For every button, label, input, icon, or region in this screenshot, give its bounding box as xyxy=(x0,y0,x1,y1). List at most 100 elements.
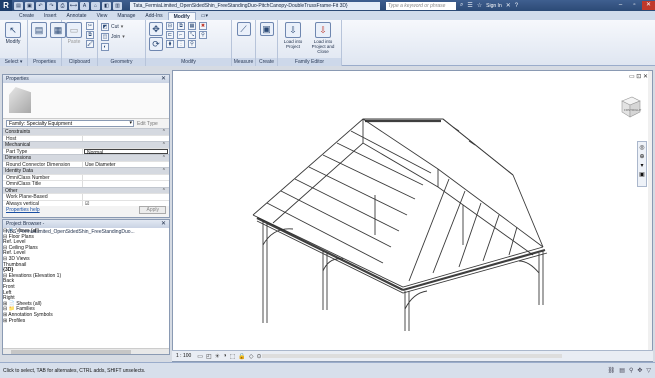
detail-level-icon[interactable]: ▭ xyxy=(197,353,203,360)
visual-style-icon[interactable]: ◰ xyxy=(206,353,212,360)
steering-wheel-icon[interactable]: ◎ xyxy=(639,144,644,151)
close-icon[interactable]: ✕ xyxy=(161,75,166,83)
array-icon[interactable]: ▦ xyxy=(188,22,196,30)
match-type-icon[interactable]: 🖌 xyxy=(86,40,94,48)
apply-button[interactable]: Apply xyxy=(139,206,166,214)
subscription-icon[interactable]: ☰ xyxy=(467,2,472,9)
copy-icon[interactable]: ⧉ xyxy=(86,31,94,39)
prop-group-identity[interactable]: Identity Data ⌃ xyxy=(3,167,169,174)
collapse-icon[interactable]: ⌃ xyxy=(162,142,166,149)
sun-path-icon[interactable]: ☀ xyxy=(215,353,220,360)
crop-view-icon[interactable]: ⬚ xyxy=(230,353,236,360)
ribbon: ↖ Modify Select ▾ ▤ ▦ Properties ▭ Paste… xyxy=(0,20,655,66)
tab-add-ins[interactable]: Add-Ins xyxy=(140,12,167,20)
offset-icon[interactable]: ⊏ xyxy=(166,31,174,39)
work-plane-checkbox[interactable] xyxy=(83,194,169,200)
prop-group-dimensions[interactable]: Dimensions ⌃ xyxy=(3,154,169,161)
select-underlay-icon[interactable]: ▤ xyxy=(619,367,625,374)
view-window-controls[interactable]: ▭ ⊡ ✕ xyxy=(629,73,648,80)
switch-windows-icon[interactable]: ▥ xyxy=(113,1,122,10)
pan-icon[interactable]: ▣ xyxy=(639,171,645,178)
tab-annotate[interactable]: Annotate xyxy=(62,12,92,20)
hide-isolate-icon[interactable]: ◇ xyxy=(249,353,254,360)
prop-group-constraints[interactable]: Constraints ⌃ xyxy=(3,128,169,135)
viewcube-icon[interactable]: FRNT RIGHT xyxy=(616,93,644,121)
tab-view[interactable]: View xyxy=(92,12,113,20)
save-icon[interactable]: ▣ xyxy=(25,1,34,10)
trim-icon[interactable]: ⌐ xyxy=(177,31,185,39)
3d-view-icon[interactable]: ⌂ xyxy=(91,1,100,10)
close-button[interactable]: ✕ xyxy=(642,1,655,10)
zoom-icon[interactable]: ⊕ xyxy=(639,153,644,160)
rotate-icon[interactable]: ⟳ xyxy=(149,37,163,51)
copy-element-icon[interactable]: ⧉ xyxy=(177,22,185,30)
viewport-vertical-scrollbar[interactable] xyxy=(648,71,652,351)
open-icon[interactable]: ▤ xyxy=(14,1,23,10)
select-dropdown[interactable]: Select ▾ xyxy=(0,58,27,66)
tree-item-profiles[interactable]: ⊞ Profiles xyxy=(3,318,169,325)
paint-button[interactable]: ◐ xyxy=(101,42,125,51)
filter-icon[interactable]: ▽ xyxy=(646,367,651,374)
drag-elements-icon[interactable]: ✥ xyxy=(637,367,642,374)
tab-create[interactable]: Create xyxy=(14,12,39,20)
minimize-button[interactable]: – xyxy=(614,1,627,10)
sections-icon[interactable]: ◧ xyxy=(102,1,111,10)
view-scale[interactable]: 1 : 100 xyxy=(176,353,191,359)
modify-panel-label: Modify xyxy=(146,58,231,66)
ribbon-minimize-toggle[interactable]: ▭▾ xyxy=(196,12,213,20)
scale-icon[interactable]: ⤡ xyxy=(188,31,196,39)
prop-group-other[interactable]: Other ⌃ xyxy=(3,186,169,195)
zoom-dropdown-icon[interactable]: ▾ xyxy=(640,162,643,169)
move-icon[interactable]: ✥ xyxy=(149,22,163,36)
help-icon[interactable]: ? xyxy=(515,3,518,9)
text-icon[interactable]: A xyxy=(80,1,89,10)
lock-view-icon[interactable]: 🔒 xyxy=(238,353,245,360)
tab-insert[interactable]: Insert xyxy=(39,12,62,20)
edit-type-button[interactable]: Edit Type xyxy=(137,121,158,127)
print-icon[interactable]: ⎙ xyxy=(58,1,67,10)
geometry-panel-label: Geometry xyxy=(98,58,145,66)
group-label: Dimensions xyxy=(5,155,32,161)
split-icon[interactable]: ⋮ xyxy=(177,40,185,48)
select-links-icon[interactable]: ⛓ xyxy=(608,367,616,374)
prop-value[interactable] xyxy=(83,175,169,181)
properties-help-link[interactable]: Properties help xyxy=(6,207,40,213)
collapse-icon[interactable]: ⌃ xyxy=(162,168,166,175)
shadows-icon[interactable]: ◑ xyxy=(223,353,227,359)
mirror-icon[interactable]: ⧫ xyxy=(166,40,174,48)
viewport-horizontal-scrollbar[interactable] xyxy=(262,354,562,358)
cut-geometry-button[interactable]: ◩ Cut ▾ xyxy=(101,22,125,31)
close-icon[interactable]: ✕ xyxy=(161,220,166,228)
canopy-3d-model[interactable] xyxy=(213,95,593,335)
tab-modify[interactable]: Modify xyxy=(167,12,196,20)
properties-title-text: Properties xyxy=(6,76,29,82)
align-icon[interactable]: ⊟ xyxy=(166,22,174,30)
binoculars-icon[interactable]: ⌕ xyxy=(460,2,463,9)
scroll-thumb[interactable] xyxy=(11,350,131,354)
browser-scrollbar[interactable] xyxy=(3,348,169,354)
collapse-icon[interactable]: ⌃ xyxy=(162,129,166,136)
favorites-icon[interactable]: ☆ xyxy=(477,2,482,9)
measure-icon[interactable]: ⟷ xyxy=(69,1,78,10)
collapse-icon[interactable]: ⌃ xyxy=(162,155,166,162)
prop-group-mechanical[interactable]: Mechanical ⌃ xyxy=(3,141,169,148)
3d-viewport[interactable]: ▭ ⊡ ✕ FRNT RIGHT ◎ ⊕ ▾ ▣ xyxy=(172,70,653,362)
cut-clipboard-icon[interactable]: ✂ xyxy=(86,22,94,30)
collapse-icon[interactable]: ⌃ xyxy=(162,188,166,195)
join-geometry-button[interactable]: ◫ Join ▾ xyxy=(101,32,125,41)
maximize-button[interactable]: ▫ xyxy=(628,1,641,10)
undo-icon[interactable]: ↶ xyxy=(36,1,45,10)
exchange-icon[interactable]: ✕ xyxy=(506,2,511,9)
app-menu-button[interactable]: R xyxy=(0,0,12,11)
search-input[interactable]: Type a keyword or phrase xyxy=(386,1,456,10)
sign-in-button[interactable]: Sign In xyxy=(486,3,502,9)
family-dropdown[interactable]: Family: Specialty Equipment xyxy=(6,120,134,127)
unpin-icon[interactable]: ⚲ xyxy=(199,31,207,39)
tab-manage[interactable]: Manage xyxy=(112,12,140,20)
redo-icon[interactable]: ↷ xyxy=(47,1,56,10)
select-pinned-icon[interactable]: ⚲ xyxy=(629,367,633,374)
properties-icon[interactable]: ▤ xyxy=(31,22,47,38)
pin-icon[interactable]: ⚲ xyxy=(188,40,196,48)
delete-icon[interactable]: ✖ xyxy=(199,22,207,30)
reveal-hidden-icon[interactable]: ⊙ xyxy=(256,353,261,360)
